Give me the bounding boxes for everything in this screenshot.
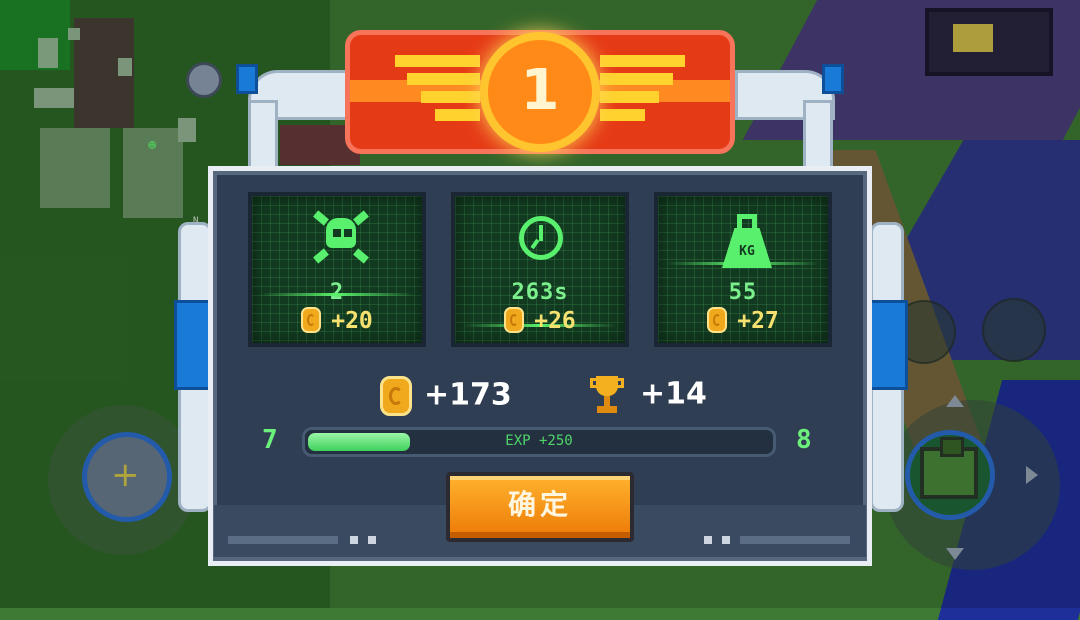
frame-pipe-band bbox=[868, 300, 908, 390]
time-card: 263s +26 bbox=[451, 192, 629, 347]
time-reward: +26 bbox=[455, 306, 625, 335]
footer-decor bbox=[740, 536, 850, 544]
scan-line bbox=[666, 262, 820, 265]
weight-reward: +27 bbox=[658, 306, 828, 335]
next-level: 8 bbox=[796, 425, 812, 455]
trophy-icon bbox=[590, 376, 624, 414]
time-value: 263s bbox=[511, 280, 569, 305]
coin-icon bbox=[380, 376, 412, 416]
right-wing-icon bbox=[600, 55, 695, 125]
coin-icon bbox=[504, 306, 525, 333]
frame-pipe-band bbox=[822, 64, 844, 94]
left-wing-icon bbox=[395, 55, 490, 125]
confirm-button[interactable]: 确定 bbox=[446, 472, 634, 542]
frame-pipe-band bbox=[236, 64, 258, 94]
footer-decor bbox=[228, 536, 338, 544]
scan-line bbox=[260, 293, 414, 296]
footer-decor bbox=[704, 536, 712, 544]
coin-icon bbox=[301, 306, 322, 333]
coin-icon bbox=[707, 306, 728, 333]
skull-icon bbox=[313, 210, 369, 266]
exp-progress-bar: EXP +250 bbox=[302, 427, 776, 457]
weight-card: KG 55 +27 bbox=[654, 192, 832, 347]
clock-icon bbox=[519, 216, 563, 260]
rank-medal: 1 bbox=[480, 32, 600, 152]
kills-reward: +20 bbox=[252, 306, 422, 335]
exp-label: EXP +250 bbox=[505, 433, 573, 449]
footer-decor bbox=[368, 536, 376, 544]
footer-decor bbox=[722, 536, 730, 544]
rank-number: 1 bbox=[520, 58, 560, 123]
current-level: 7 bbox=[262, 425, 278, 455]
weight-value: 55 bbox=[728, 280, 758, 305]
total-coins: +173 bbox=[380, 376, 512, 420]
total-trophies: +14 bbox=[590, 376, 707, 420]
kills-card: 2 +20 bbox=[248, 192, 426, 347]
footer-decor bbox=[350, 536, 358, 544]
weight-icon: KG bbox=[716, 214, 778, 268]
